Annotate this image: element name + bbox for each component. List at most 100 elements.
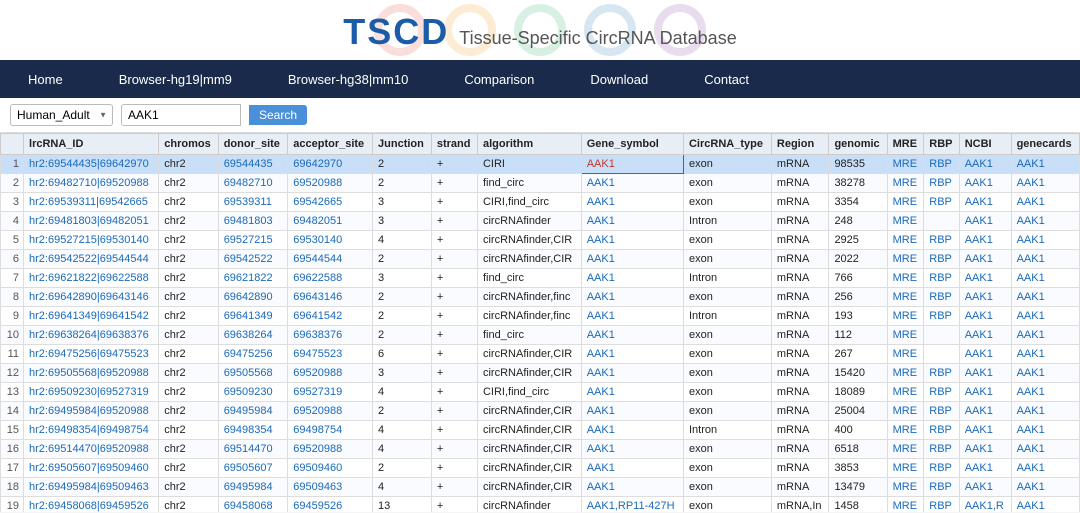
donor-site[interactable]: 69458068 — [218, 497, 288, 513]
acceptor-site[interactable]: 69520988 — [288, 364, 373, 383]
acceptor-site[interactable]: 69527319 — [288, 383, 373, 402]
ncbi-link[interactable]: AAK1 — [959, 269, 1011, 288]
genecards-link[interactable]: AAK1 — [1011, 212, 1079, 231]
genecards-link[interactable]: AAK1 — [1011, 231, 1079, 250]
gene-symbol[interactable]: AAK1 — [581, 364, 683, 383]
ncbi-link[interactable]: AAK1 — [959, 193, 1011, 212]
mre-link[interactable]: MRE — [887, 497, 924, 513]
mre-link[interactable]: MRE — [887, 402, 924, 421]
ncbi-link[interactable]: AAK1 — [959, 364, 1011, 383]
donor-site[interactable]: 69539311 — [218, 193, 288, 212]
mre-link[interactable]: MRE — [887, 231, 924, 250]
genecards-link[interactable]: AAK1 — [1011, 326, 1079, 345]
acceptor-site[interactable]: 69643146 — [288, 288, 373, 307]
gene-symbol[interactable]: AAK1 — [581, 459, 683, 478]
circrna-id[interactable]: hr2:69495984|69509463 — [24, 478, 159, 497]
circrna-id[interactable]: hr2:69527215|69530140 — [24, 231, 159, 250]
acceptor-site[interactable]: 69509460 — [288, 459, 373, 478]
acceptor-site[interactable]: 69520988 — [288, 174, 373, 193]
circrna-id[interactable]: hr2:69539311|69542665 — [24, 193, 159, 212]
genecards-link[interactable]: AAK1 — [1011, 440, 1079, 459]
mre-link[interactable]: MRE — [887, 307, 924, 326]
circrna-id[interactable]: hr2:69514470|69520988 — [24, 440, 159, 459]
donor-site[interactable]: 69495984 — [218, 478, 288, 497]
mre-link[interactable]: MRE — [887, 383, 924, 402]
circrna-id[interactable]: hr2:69482710|69520988 — [24, 174, 159, 193]
donor-site[interactable]: 69621822 — [218, 269, 288, 288]
gene-symbol[interactable]: AAK1,RP11-427H — [581, 497, 683, 513]
gene-symbol[interactable]: AAK1 — [581, 326, 683, 345]
donor-site[interactable]: 69544435 — [218, 155, 288, 174]
circrna-id[interactable]: hr2:69481803|69482051 — [24, 212, 159, 231]
circrna-id[interactable]: hr2:69458068|69459526 — [24, 497, 159, 513]
ncbi-link[interactable]: AAK1,R — [959, 497, 1011, 513]
donor-site[interactable]: 69475256 — [218, 345, 288, 364]
acceptor-site[interactable]: 69520988 — [288, 402, 373, 421]
gene-symbol[interactable]: AAK1 — [581, 288, 683, 307]
rbp-link[interactable]: RBP — [924, 364, 959, 383]
rbp-link[interactable]: RBP — [924, 193, 959, 212]
circrna-id[interactable]: hr2:69544435|69642970 — [24, 155, 159, 174]
rbp-link[interactable]: RBP — [924, 421, 959, 440]
nav-browser-hg19[interactable]: Browser-hg19|mm9 — [91, 60, 260, 98]
genecards-link[interactable]: AAK1 — [1011, 402, 1079, 421]
donor-site[interactable]: 69505568 — [218, 364, 288, 383]
acceptor-site[interactable]: 69641542 — [288, 307, 373, 326]
acceptor-site[interactable]: 69482051 — [288, 212, 373, 231]
acceptor-site[interactable]: 69642970 — [288, 155, 373, 174]
circrna-id[interactable]: hr2:69638264|69638376 — [24, 326, 159, 345]
ncbi-link[interactable]: AAK1 — [959, 288, 1011, 307]
ncbi-link[interactable]: AAK1 — [959, 478, 1011, 497]
mre-link[interactable]: MRE — [887, 155, 924, 174]
ncbi-link[interactable]: AAK1 — [959, 307, 1011, 326]
donor-site[interactable]: 69642890 — [218, 288, 288, 307]
acceptor-site[interactable]: 69459526 — [288, 497, 373, 513]
donor-site[interactable]: 69514470 — [218, 440, 288, 459]
mre-link[interactable]: MRE — [887, 326, 924, 345]
genecards-link[interactable]: AAK1 — [1011, 478, 1079, 497]
mre-link[interactable]: MRE — [887, 174, 924, 193]
genecards-link[interactable]: AAK1 — [1011, 288, 1079, 307]
search-input[interactable] — [121, 104, 241, 126]
gene-symbol[interactable]: AAK1 — [581, 269, 683, 288]
nav-browser-hg38[interactable]: Browser-hg38|mm10 — [260, 60, 436, 98]
circrna-id[interactable]: hr2:69505568|69520988 — [24, 364, 159, 383]
donor-site[interactable]: 69641349 — [218, 307, 288, 326]
circrna-id[interactable]: hr2:69621822|69622588 — [24, 269, 159, 288]
rbp-link[interactable]: RBP — [924, 174, 959, 193]
acceptor-site[interactable]: 69530140 — [288, 231, 373, 250]
acceptor-site[interactable]: 69622588 — [288, 269, 373, 288]
ncbi-link[interactable]: AAK1 — [959, 345, 1011, 364]
donor-site[interactable]: 69481803 — [218, 212, 288, 231]
circrna-id[interactable]: hr2:69498354|69498754 — [24, 421, 159, 440]
ncbi-link[interactable]: AAK1 — [959, 250, 1011, 269]
genecards-link[interactable]: AAK1 — [1011, 307, 1079, 326]
mre-link[interactable]: MRE — [887, 364, 924, 383]
gene-symbol[interactable]: AAK1 — [581, 193, 683, 212]
mre-link[interactable]: MRE — [887, 269, 924, 288]
donor-site[interactable]: 69638264 — [218, 326, 288, 345]
circrna-id[interactable]: hr2:69542522|69544544 — [24, 250, 159, 269]
mre-link[interactable]: MRE — [887, 345, 924, 364]
rbp-link[interactable]: RBP — [924, 231, 959, 250]
ncbi-link[interactable]: AAK1 — [959, 459, 1011, 478]
ncbi-link[interactable]: AAK1 — [959, 421, 1011, 440]
nav-comparison[interactable]: Comparison — [436, 60, 562, 98]
rbp-link[interactable]: RBP — [924, 402, 959, 421]
donor-site[interactable]: 69495984 — [218, 402, 288, 421]
genecards-link[interactable]: AAK1 — [1011, 250, 1079, 269]
donor-site[interactable]: 69542522 — [218, 250, 288, 269]
mre-link[interactable]: MRE — [887, 288, 924, 307]
ncbi-link[interactable]: AAK1 — [959, 155, 1011, 174]
circrna-id[interactable]: hr2:69642890|69643146 — [24, 288, 159, 307]
gene-symbol[interactable]: AAK1 — [581, 421, 683, 440]
genecards-link[interactable]: AAK1 — [1011, 364, 1079, 383]
rbp-link[interactable]: RBP — [924, 250, 959, 269]
acceptor-site[interactable]: 69498754 — [288, 421, 373, 440]
mre-link[interactable]: MRE — [887, 193, 924, 212]
ncbi-link[interactable]: AAK1 — [959, 440, 1011, 459]
mre-link[interactable]: MRE — [887, 478, 924, 497]
genecards-link[interactable]: AAK1 — [1011, 497, 1079, 513]
mre-link[interactable]: MRE — [887, 421, 924, 440]
donor-site[interactable]: 69509230 — [218, 383, 288, 402]
